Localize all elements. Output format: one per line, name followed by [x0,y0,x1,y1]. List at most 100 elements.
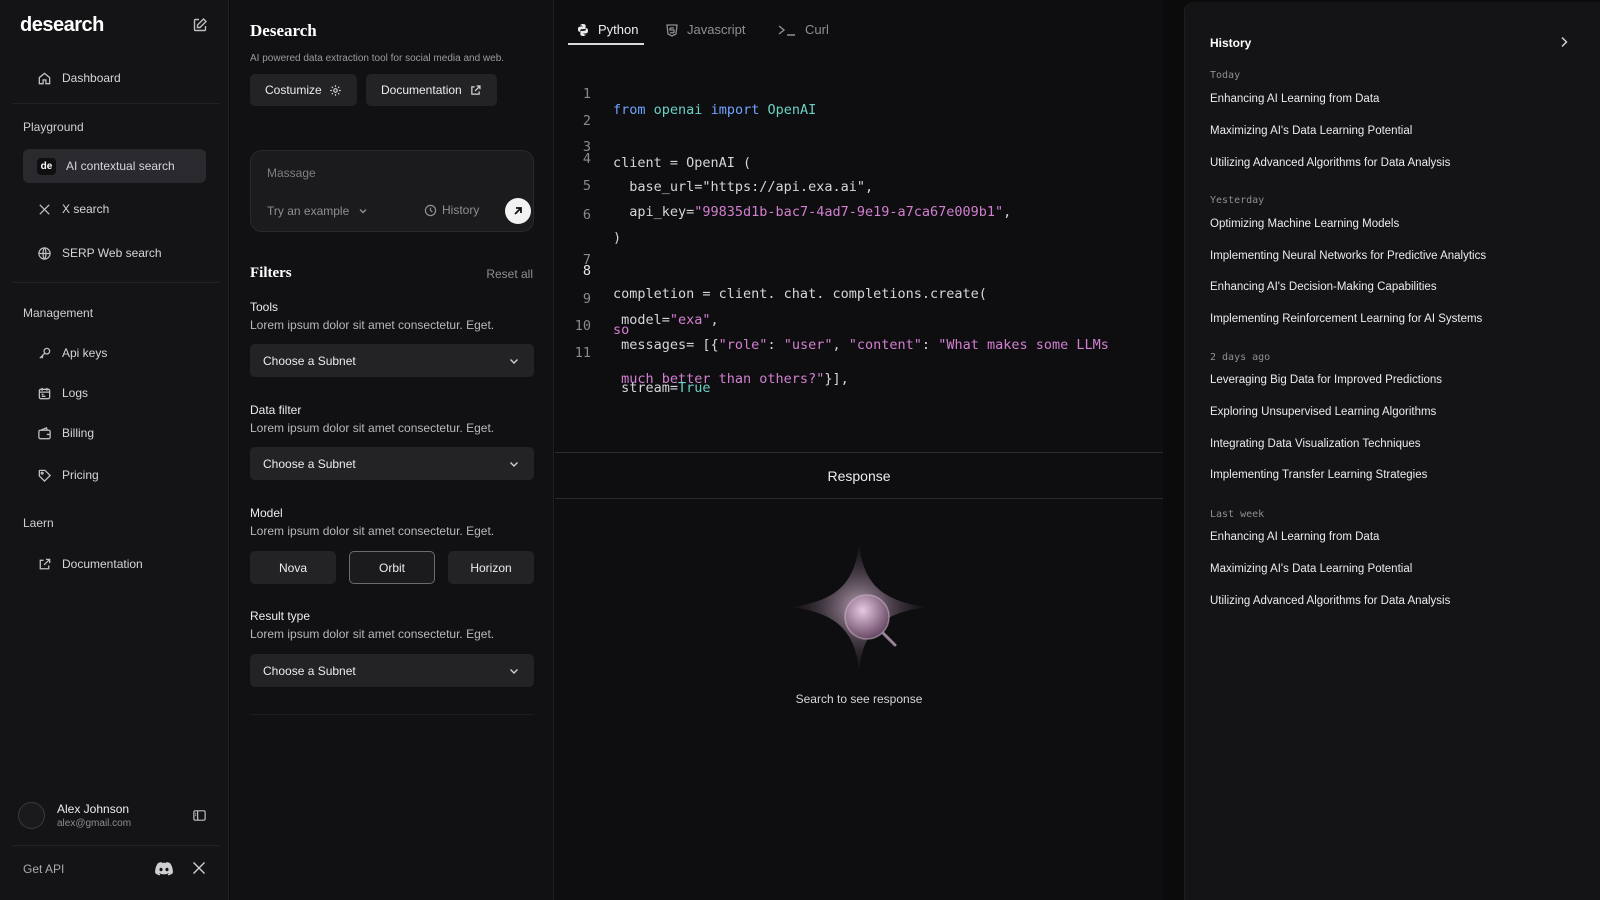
discord-icon[interactable] [155,862,173,876]
sparkle-search-illustration [791,543,927,671]
message-input[interactable]: Massage [267,166,316,180]
nav-billing[interactable]: Billing [23,416,206,450]
clock-icon [424,204,437,217]
history-item[interactable]: Leveraging Big Data for Improved Predict… [1210,374,1442,386]
nav-documentation[interactable]: Documentation [23,547,206,581]
get-api-link[interactable]: Get API [23,862,64,876]
line-number: 6 [582,207,591,223]
active-tab-indicator [568,43,644,45]
model-desc: Lorem ipsum dolor sit amet consectetur. … [250,524,495,538]
divider [12,282,220,283]
page-title: Desearch [250,21,317,40]
documentation-button[interactable]: Documentation [366,74,497,106]
tab-curl[interactable]: Curl [777,22,829,37]
chevron-down-icon [508,458,520,470]
history-item[interactable]: Exploring Unsupervised Learning Algorith… [1210,406,1436,418]
history-item[interactable]: Implementing Transfer Learning Strategie… [1210,469,1427,481]
panel-toggle-icon[interactable] [192,808,207,823]
x-social-icon[interactable] [192,861,206,875]
nav-ai-contextual-search[interactable]: de AI contextual search [23,149,206,183]
tab-javascript[interactable]: Javascript [665,22,746,37]
send-button[interactable] [505,198,531,224]
tools-select[interactable]: Choose a Subnet [250,344,534,377]
wallet-icon [37,426,52,441]
line-number: 10 [574,318,591,334]
gear-icon [329,84,342,97]
data-filter-select[interactable]: Choose a Subnet [250,447,534,480]
nav-x-search[interactable]: X search [23,192,206,226]
filters-title: Filters [250,265,292,281]
history-item[interactable]: Optimizing Machine Learning Models [1210,218,1399,230]
external-link-icon [469,84,482,97]
customize-label: Costumize [265,83,322,97]
nav-logs[interactable]: Logs [23,376,206,410]
terminal-icon [777,23,797,37]
response-panel: Response Search to see response [555,452,1163,900]
result-type-desc: Lorem ipsum dolor sit amet consectetur. … [250,627,495,641]
history-group-label: Today [1210,70,1241,81]
chevron-down-icon [357,205,369,217]
history-item[interactable]: Enhancing AI's Decision-Making Capabilit… [1210,281,1437,293]
documentation-label: Documentation [381,83,462,97]
nav-logs-label: Logs [62,386,89,400]
nav-api-keys[interactable]: Api keys [23,336,206,370]
app-logo[interactable]: desearch [20,14,104,37]
history-item[interactable]: Integrating Data Visualization Technique… [1210,438,1421,450]
history-item[interactable]: Implementing Reinforcement Learning for … [1210,313,1482,325]
key-icon [37,346,52,361]
data-filter-label: Data filter [250,403,302,417]
tab-python[interactable]: Python [576,22,638,37]
tools-select-value: Choose a Subnet [263,353,356,368]
tab-python-label: Python [598,22,639,37]
response-empty-text: Search to see response [795,692,923,706]
nav-serp-web-search-label: SERP Web search [62,246,162,260]
config-panel: Desearch AI powered data extraction tool… [230,0,554,900]
line-number: 4 [582,151,591,167]
section-playground: Playground [23,120,84,134]
message-box[interactable]: Massage Try an example History [250,150,534,232]
tab-curl-label: Curl [805,22,829,37]
user-email: alex@gmail.com [57,818,132,829]
nav-pricing[interactable]: Pricing [23,458,206,492]
customize-button[interactable]: Costumize [250,74,357,106]
reset-all-button[interactable]: Reset all [486,267,533,281]
nav-dashboard[interactable]: Dashboard [23,61,206,95]
globe-icon [37,246,52,261]
sidebar: desearch Dashboard Playground de AI cont… [0,0,229,900]
compose-icon[interactable] [192,17,208,33]
history-item[interactable]: Maximizing AI's Data Learning Potential [1210,125,1412,137]
calendar-icon [37,386,52,401]
code-panel: Python Javascript Curl 1 from openai imp… [555,0,1163,452]
history-item[interactable]: Implementing Neural Networks for Predict… [1210,250,1486,262]
line-number: 11 [574,345,591,361]
history-item[interactable]: Utilizing Advanced Algorithms for Data A… [1210,157,1450,169]
history-item[interactable]: Enhancing AI Learning from Data [1210,531,1379,543]
nav-serp-web-search[interactable]: SERP Web search [23,236,206,270]
section-learn: Laern [23,516,54,530]
user-profile[interactable]: Alex Johnson alex@gmail.com [18,802,131,829]
response-title: Response [555,453,1163,499]
result-type-select[interactable]: Choose a Subnet [250,654,534,687]
avatar [18,802,45,829]
chevron-down-icon [508,665,520,677]
tools-desc: Lorem ipsum dolor sit amet consectetur. … [250,318,495,332]
history-item[interactable]: Utilizing Advanced Algorithms for Data A… [1210,595,1450,607]
history-item[interactable]: Maximizing AI's Data Learning Potential [1210,563,1412,575]
chevron-down-icon [508,355,520,367]
chevron-right-icon[interactable] [1557,35,1571,49]
history-item[interactable]: Enhancing AI Learning from Data [1210,93,1379,105]
model-option-nova[interactable]: Nova [250,551,336,584]
nav-api-keys-label: Api keys [62,346,108,360]
try-example-dropdown[interactable]: Try an example [267,204,369,218]
code-wrap: so [613,322,630,338]
nav-billing-label: Billing [62,426,95,440]
model-label: Model [250,506,283,520]
line-number: 8 [582,263,591,279]
history-button[interactable]: History [424,203,479,217]
model-option-orbit[interactable]: Orbit [349,551,435,584]
external-link-icon [37,557,52,572]
history-panel: History Today Enhancing AI Learning from… [1184,2,1600,900]
nav-documentation-label: Documentation [62,557,143,571]
model-option-horizon[interactable]: Horizon [448,551,534,584]
section-management: Management [23,306,94,320]
